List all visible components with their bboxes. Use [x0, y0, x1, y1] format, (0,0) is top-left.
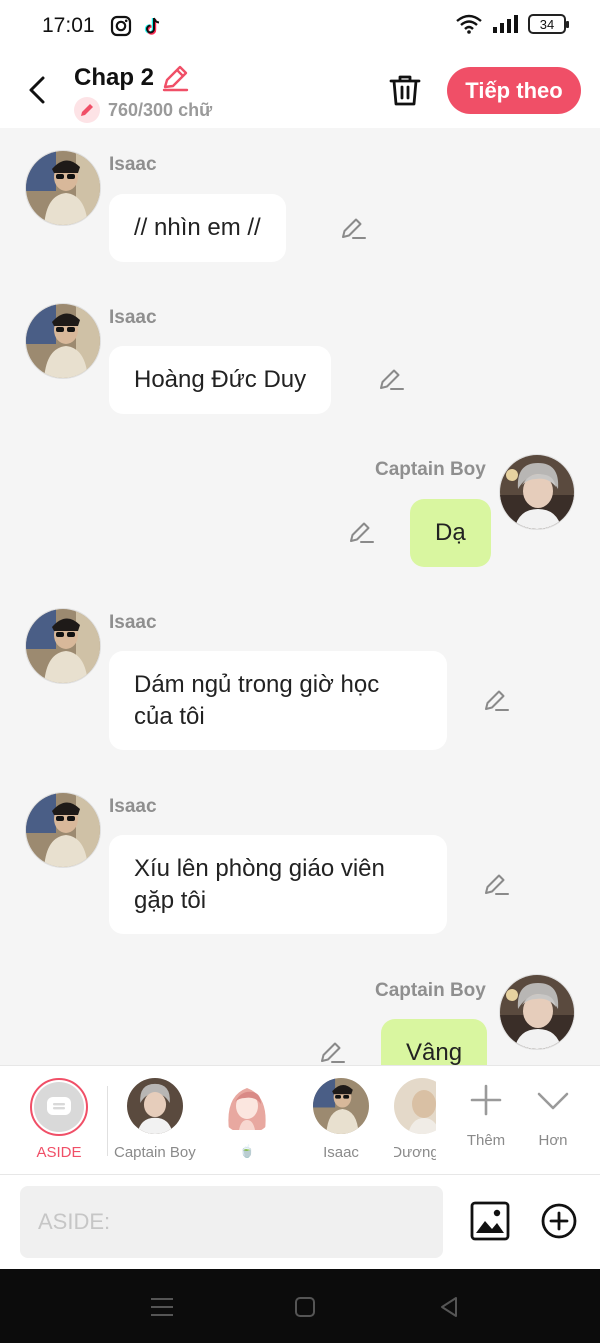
- sender-name: Isaac: [109, 796, 157, 817]
- avatar-isaac[interactable]: [25, 608, 101, 684]
- character-label: Isaac: [323, 1144, 359, 1161]
- home-icon[interactable]: [292, 1294, 318, 1320]
- character-label: Captain Boy: [114, 1144, 196, 1161]
- instagram-icon: [110, 15, 132, 37]
- edit-message-icon[interactable]: [347, 519, 375, 547]
- add-circle-icon[interactable]: [540, 1202, 578, 1240]
- signal-icon: [493, 15, 518, 33]
- chapter-header: Chap 2 760/300 chữ Tiếp theo: [0, 54, 600, 128]
- message-input[interactable]: [20, 1186, 443, 1258]
- avatar-captain-boy[interactable]: [499, 454, 575, 530]
- edit-message-icon[interactable]: [377, 366, 405, 394]
- character-isaac[interactable]: Isaac: [313, 1078, 369, 1161]
- character-duong[interactable]: Dương: [394, 1078, 436, 1161]
- message-bubble[interactable]: Hoàng Đức Duy: [109, 346, 332, 414]
- message-text: Hoàng Đức Duy: [134, 366, 307, 393]
- add-label: Thêm: [466, 1132, 506, 1149]
- chapter-title: Chap 2: [74, 64, 155, 91]
- edit-message-icon[interactable]: [318, 1039, 346, 1065]
- add-character-button[interactable]: Thêm: [464, 1082, 508, 1149]
- avatar-captain-boy[interactable]: [499, 974, 575, 1050]
- avatar-isaac[interactable]: [25, 303, 101, 379]
- message-bubble[interactable]: Xíu lên phòng giáo viên gặp tôi: [109, 835, 447, 934]
- pencil-icon: [74, 97, 100, 123]
- image-icon[interactable]: [470, 1201, 510, 1241]
- avatar-isaac[interactable]: [25, 150, 101, 226]
- next-button[interactable]: Tiếp theo: [447, 67, 581, 114]
- sender-name: Isaac: [109, 612, 157, 633]
- more-button[interactable]: Hơn: [535, 1082, 571, 1149]
- message-text: Xíu lên phòng giáo viên gặp tôi: [134, 854, 385, 914]
- edit-message-icon[interactable]: [482, 687, 510, 715]
- back-button[interactable]: [22, 72, 52, 108]
- message-bubble[interactable]: Dạ: [410, 499, 491, 567]
- message-bubble[interactable]: Dám ngủ trong giờ học của tôi: [109, 651, 447, 750]
- tiktok-icon: [144, 17, 160, 35]
- character-selector: ASIDE Captain Boy 🍵 Isaac Dương Thêm Hơn: [0, 1065, 600, 1175]
- message-text: // nhìn em //: [134, 214, 261, 241]
- edit-title-icon[interactable]: [160, 63, 190, 93]
- status-bar: 17:01 34: [0, 0, 600, 54]
- aside-selected-ring: [30, 1078, 88, 1136]
- message-bubble[interactable]: // nhìn em //: [109, 194, 286, 262]
- menu-icon[interactable]: [149, 1294, 175, 1320]
- character-label: ASIDE: [36, 1144, 82, 1161]
- status-right-icons: 34: [456, 14, 569, 34]
- message-text: Dám ngủ trong giờ học của tôi: [134, 670, 380, 730]
- sender-name: Isaac: [109, 307, 157, 328]
- avatar-anime-girl: [219, 1078, 275, 1134]
- plus-icon: [470, 1084, 502, 1116]
- message-text: Vâng: [406, 1039, 463, 1065]
- edit-message-icon[interactable]: [339, 215, 367, 243]
- chat-bubble-icon: [34, 1082, 84, 1132]
- more-label: Hơn: [538, 1132, 568, 1149]
- chat-area[interactable]: Isaac // nhìn em // Isaac Hoàng Đức Duy: [0, 128, 600, 1065]
- avatar-isaac: [313, 1078, 369, 1134]
- divider: [107, 1086, 108, 1156]
- message-bubble[interactable]: Vâng: [381, 1019, 488, 1065]
- battery-icon: 34: [528, 14, 569, 34]
- avatar-duong: [394, 1078, 436, 1134]
- word-count-row: 760/300 chữ: [74, 97, 212, 123]
- character-label: 🍵: [239, 1144, 255, 1158]
- word-count: 760/300 chữ: [108, 99, 213, 120]
- status-time: 17:01: [42, 14, 95, 37]
- title-row[interactable]: Chap 2: [74, 63, 190, 93]
- chevron-left-icon: [29, 76, 45, 104]
- chevron-down-icon: [537, 1092, 569, 1110]
- character-aside[interactable]: ASIDE: [30, 1078, 88, 1161]
- sender-name: Isaac: [109, 154, 157, 175]
- edit-message-icon[interactable]: [482, 871, 510, 899]
- back-nav-icon[interactable]: [436, 1294, 462, 1320]
- system-nav-bar: [0, 1269, 600, 1343]
- avatar-isaac[interactable]: [25, 792, 101, 868]
- wifi-icon: [456, 14, 482, 34]
- character-captain-boy[interactable]: Captain Boy: [114, 1078, 196, 1161]
- character-label: Dương: [394, 1144, 436, 1161]
- message-text: Dạ: [435, 519, 466, 546]
- avatar-captain-boy: [126, 1078, 183, 1134]
- trash-icon: [389, 75, 421, 106]
- status-left-icons: [110, 15, 164, 37]
- character-tea[interactable]: 🍵: [219, 1078, 275, 1158]
- sender-name: Captain Boy: [375, 980, 486, 1001]
- composer: [0, 1175, 600, 1269]
- delete-button[interactable]: [387, 70, 423, 110]
- sender-name: Captain Boy: [375, 459, 486, 480]
